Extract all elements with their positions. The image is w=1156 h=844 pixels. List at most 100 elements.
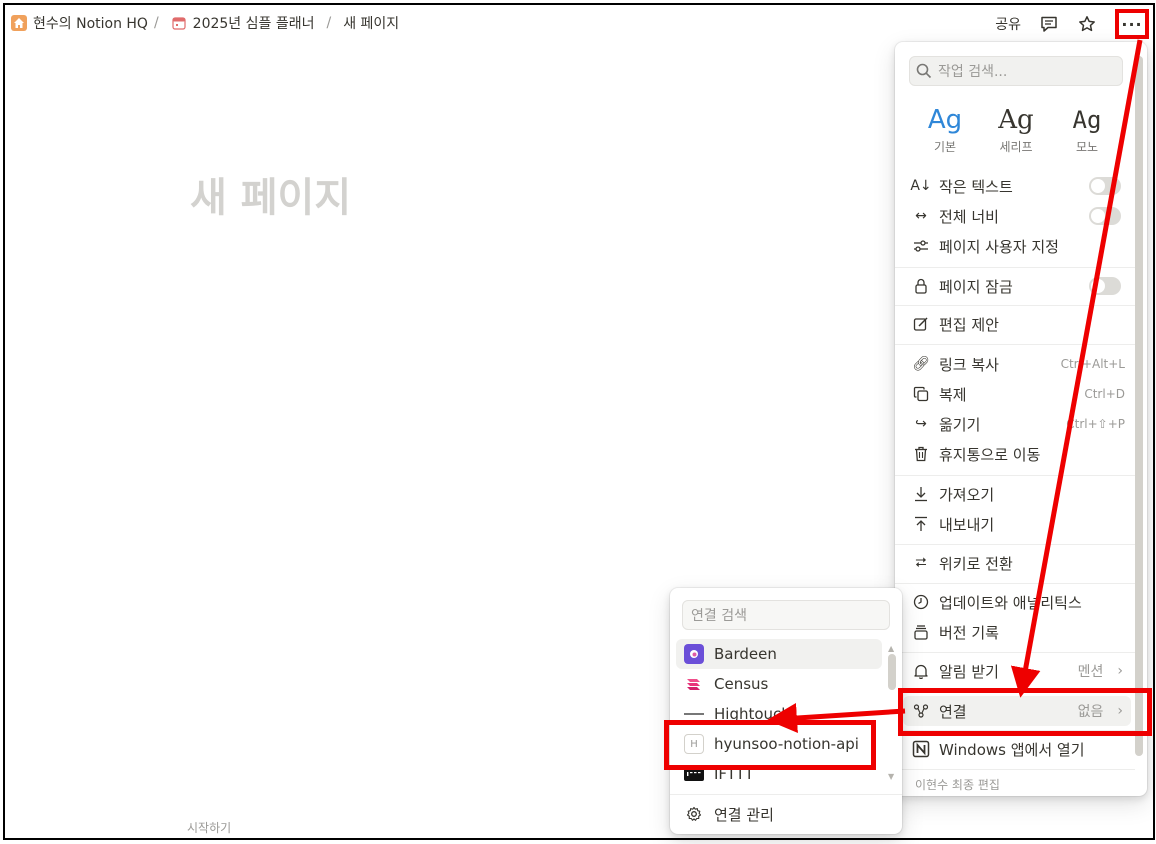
version-history-item[interactable]: 버전 기록: [903, 617, 1131, 647]
action-search-placeholder: 작업 검색...: [938, 64, 1008, 80]
census-logo-icon: [684, 674, 704, 694]
updates-analytics-label: 업데이트와 애널리틱스: [939, 593, 1082, 612]
connection-search-placeholder: 연결 검색: [691, 608, 747, 624]
small-text-label: 작은 텍스트: [939, 177, 1013, 196]
notifications-value-text: 멘션: [1077, 664, 1104, 680]
small-text-item[interactable]: A↓ 작은 텍스트: [903, 171, 1131, 201]
star-icon[interactable]: [1077, 14, 1097, 34]
copy-link-item[interactable]: 🔗︎ 링크 복사 Ctrl+Alt+L: [903, 349, 1131, 379]
more-button[interactable]: ···: [1115, 9, 1149, 39]
breadcrumb: 현수의 Notion HQ / 2025년 심플 플래너 / 새 페이지: [11, 13, 399, 33]
breadcrumb-planner[interactable]: 2025년 심플 플래너: [193, 13, 315, 33]
full-width-toggle[interactable]: [1089, 207, 1121, 225]
export-label: 내보내기: [939, 515, 995, 534]
connection-item-census[interactable]: Census: [676, 669, 882, 699]
arrows-horizontal-icon: ↔: [915, 208, 927, 224]
menu-divider: [895, 769, 1135, 770]
notifications-value: 멘션 ›: [1078, 661, 1123, 681]
bardeen-logo-icon: [684, 644, 704, 664]
bell-icon: [911, 661, 931, 681]
page-options-menu: 작업 검색... Ag 기본 Ag 세리프 Ag 모노 A↓ 작은 텍스트 ↔ …: [895, 42, 1147, 796]
connections-submenu: 연결 검색 ▲ ▼ Bardeen Census Hightouch H hyu…: [670, 588, 902, 834]
comment-icon[interactable]: [1039, 14, 1059, 34]
manage-connections-item[interactable]: 연결 관리: [676, 799, 882, 829]
font-serif-sample: Ag: [998, 105, 1034, 135]
start-hint: 시작하기: [187, 821, 232, 835]
customize-page-item[interactable]: 페이지 사용자 지정: [903, 231, 1131, 261]
duplicate-shortcut: Ctrl+D: [1084, 387, 1125, 401]
last-edited-by: 이현수 최종 편집: [915, 778, 1000, 792]
font-default-label: 기본: [933, 140, 957, 154]
copy-link-label: 링크 복사: [939, 355, 999, 374]
clock-icon: [911, 592, 931, 612]
lock-page-toggle[interactable]: [1089, 277, 1121, 295]
menu-scrollbar[interactable]: [1135, 56, 1143, 756]
connection-item-bardeen[interactable]: Bardeen: [676, 639, 882, 669]
full-width-label: 전체 너비: [939, 207, 999, 226]
turn-into-wiki-label: 위키로 전환: [939, 554, 1013, 573]
font-serif-option[interactable]: Ag 세리프: [988, 104, 1044, 155]
move-to-trash-item[interactable]: 휴지통으로 이동: [903, 439, 1131, 469]
menu-divider: [895, 652, 1135, 653]
open-in-app-label: Windows 앱에서 열기: [939, 740, 1085, 759]
copy-link-shortcut: Ctrl+Alt+L: [1060, 357, 1125, 371]
move-item[interactable]: ↪ 옮기기 Ctrl+⇧+P: [903, 409, 1131, 439]
search-icon: [916, 63, 932, 79]
open-in-app-item[interactable]: Windows 앱에서 열기: [903, 734, 1131, 764]
duplicate-item[interactable]: 복제 Ctrl+D: [903, 379, 1131, 409]
font-default-sample: Ag: [927, 105, 963, 135]
suggest-edits-item[interactable]: 편집 제안: [903, 309, 1131, 339]
turn-into-wiki-item[interactable]: ⮂ 위키로 전환: [903, 548, 1131, 578]
connection-name: Bardeen: [714, 645, 777, 663]
edit-suggest-icon: [911, 314, 931, 334]
move-shortcut: Ctrl+⇧+P: [1066, 417, 1125, 431]
small-text-toggle[interactable]: [1089, 177, 1121, 195]
move-arrow-icon: ↪: [915, 416, 927, 432]
font-selector: Ag 기본 Ag 세리프 Ag 모노: [909, 104, 1123, 155]
lock-page-item[interactable]: 페이지 잠금: [903, 271, 1131, 301]
menu-divider: [895, 544, 1135, 545]
action-search-input[interactable]: 작업 검색...: [909, 56, 1123, 86]
scroll-up-icon[interactable]: ▲: [888, 644, 894, 653]
customize-page-label: 페이지 사용자 지정: [939, 237, 1059, 256]
font-mono-sample: Ag: [1072, 106, 1102, 134]
updates-analytics-item[interactable]: 업데이트와 애널리틱스: [903, 587, 1131, 617]
notifications-label: 알림 받기: [939, 662, 999, 681]
annotation-highlight-connections: [898, 688, 1152, 736]
calendar-icon: [171, 15, 187, 31]
lock-page-label: 페이지 잠금: [939, 277, 1013, 296]
menu-divider: [895, 344, 1135, 345]
move-to-trash-label: 휴지통으로 이동: [939, 445, 1041, 464]
small-text-icon: A↓: [910, 178, 932, 194]
convert-icon: ⮂: [915, 555, 927, 571]
history-icon: [911, 622, 931, 642]
breadcrumb-workspace[interactable]: 현수의 Notion HQ: [33, 13, 148, 33]
duplicate-label: 복제: [939, 385, 967, 404]
breadcrumb-separator: /: [153, 15, 159, 31]
import-item[interactable]: 가져오기: [903, 479, 1131, 509]
font-mono-label: 모노: [1075, 140, 1099, 154]
notifications-item[interactable]: 알림 받기 멘션 ›: [903, 656, 1131, 686]
suggest-edits-label: 편집 제안: [939, 315, 999, 334]
breadcrumb-separator: /: [326, 15, 332, 31]
menu-divider: [895, 475, 1135, 476]
share-button[interactable]: 공유: [995, 14, 1021, 34]
export-icon: [911, 514, 931, 534]
menu-divider: [895, 583, 1135, 584]
breadcrumb-page[interactable]: 새 페이지: [343, 13, 399, 33]
chevron-right-icon: ›: [1117, 663, 1123, 679]
scroll-down-icon[interactable]: ▼: [888, 772, 894, 781]
page-title[interactable]: 새 페이지: [190, 165, 351, 223]
manage-connections-label: 연결 관리: [714, 805, 774, 824]
font-default-option[interactable]: Ag 기본: [917, 104, 973, 155]
font-mono-option[interactable]: Ag 모노: [1059, 104, 1115, 155]
submenu-scrollbar[interactable]: [888, 654, 896, 690]
duplicate-icon: [911, 384, 931, 404]
top-actions: 공유 ···: [995, 9, 1149, 39]
trash-icon: [911, 444, 931, 464]
export-item[interactable]: 내보내기: [903, 509, 1131, 539]
full-width-item[interactable]: ↔ 전체 너비: [903, 201, 1131, 231]
menu-divider: [895, 267, 1135, 268]
connection-search-input[interactable]: 연결 검색: [682, 600, 890, 630]
annotation-highlight-api-connection: [664, 720, 876, 770]
